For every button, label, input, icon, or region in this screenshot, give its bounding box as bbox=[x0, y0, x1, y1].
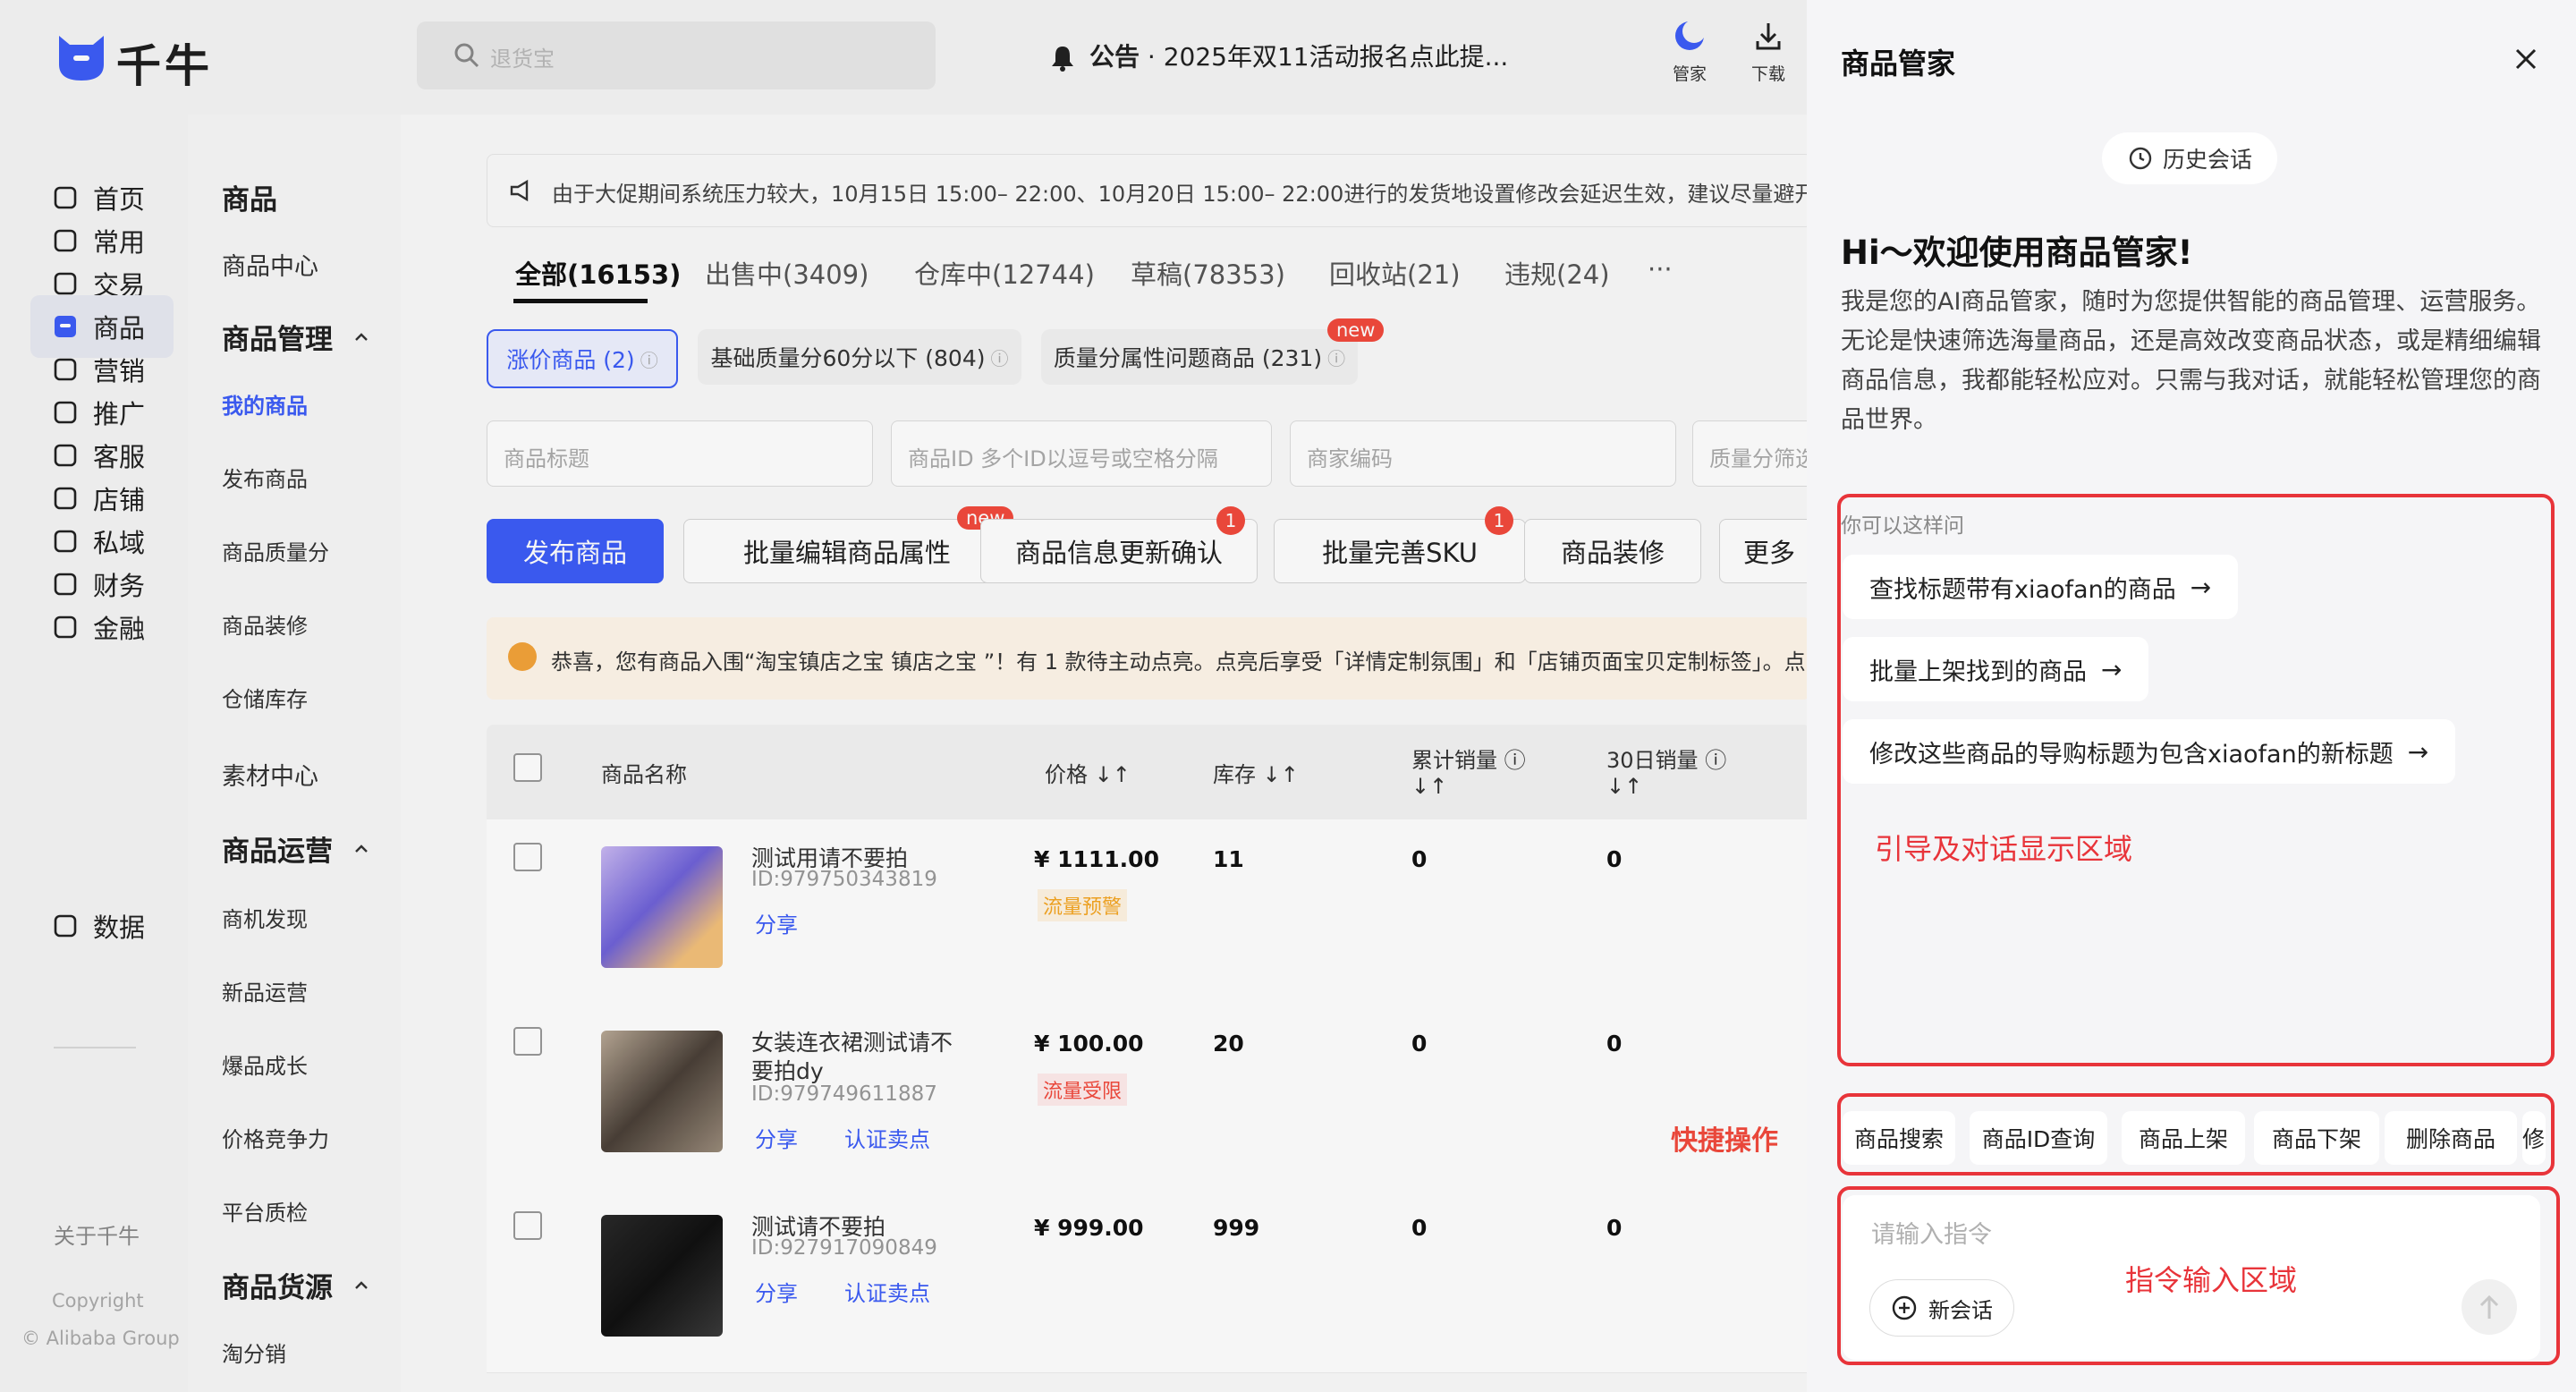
new-chat-label: 新会话 bbox=[1928, 1297, 1993, 1323]
suggestion-2[interactable]: 修改这些商品的导购标题为包含xiaofan的新标题 → bbox=[1843, 719, 2456, 784]
new-chat-button[interactable]: 新会话 bbox=[1869, 1279, 2014, 1337]
suggestion-label: 修改这些商品的导购标题为包含xiaofan的新标题 bbox=[1869, 740, 2394, 768]
history-label: 历史会话 bbox=[2162, 147, 2252, 173]
arrow-right-icon: → bbox=[2190, 572, 2212, 602]
close-icon[interactable] bbox=[2512, 45, 2540, 73]
quick-action-4[interactable]: 删除商品 bbox=[2385, 1111, 2517, 1165]
quick-action-0[interactable]: 商品搜索 bbox=[1843, 1111, 1955, 1165]
quick-action-3[interactable]: 商品下架 bbox=[2254, 1111, 2379, 1165]
input-placeholder: 请输入指令 bbox=[1871, 1221, 1992, 1249]
send-arrow-icon bbox=[2479, 1294, 2499, 1319]
plus-circle-icon bbox=[1892, 1295, 1917, 1320]
history-button[interactable]: 历史会话 bbox=[2102, 132, 2277, 184]
annotation-input-region: 指令输入区域 bbox=[2125, 1263, 2298, 1297]
greeting: Hi～欢迎使用商品管家! bbox=[1841, 233, 2193, 272]
suggestion-1[interactable]: 批量上架找到的商品 → bbox=[1843, 637, 2149, 701]
suggestion-0[interactable]: 查找标题带有xiaofan的商品 → bbox=[1843, 555, 2239, 619]
overlay-shade bbox=[0, 0, 1807, 1392]
send-button[interactable] bbox=[2462, 1279, 2517, 1335]
quick-action-5[interactable]: 修 bbox=[2522, 1111, 2546, 1165]
arrow-right-icon: → bbox=[2101, 654, 2123, 684]
intro-text: 我是您的AI商品管家，随时为您提供智能的商品管理、运营服务。无论是快速筛选海量商… bbox=[1841, 288, 2541, 434]
panel-title: 商品管家 bbox=[1841, 47, 1956, 81]
history-icon bbox=[2129, 147, 2152, 170]
quick-action-1[interactable]: 商品ID查询 bbox=[1970, 1111, 2107, 1165]
annotation-guide-region: 引导及对话显示区域 bbox=[1875, 832, 2133, 866]
arrow-right-icon: → bbox=[2407, 736, 2429, 767]
ask-label: 你可以这样问 bbox=[1841, 514, 1964, 538]
suggestion-label: 批量上架找到的商品 bbox=[1869, 658, 2087, 686]
quick-action-2[interactable]: 商品上架 bbox=[2122, 1111, 2245, 1165]
suggestion-label: 查找标题带有xiaofan的商品 bbox=[1869, 575, 2176, 604]
